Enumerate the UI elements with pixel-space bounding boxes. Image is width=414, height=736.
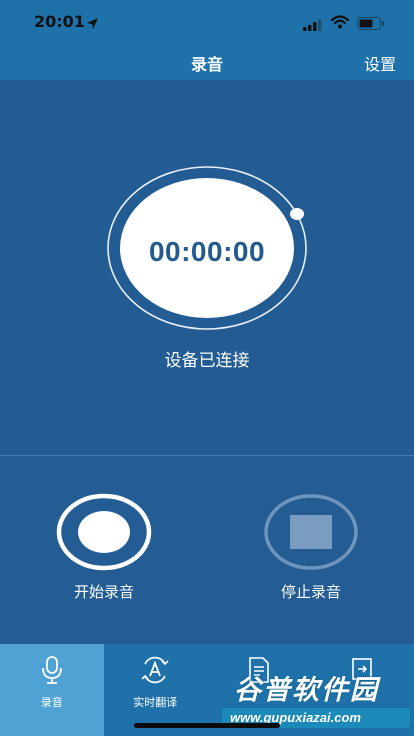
wifi-icon	[330, 14, 350, 33]
nav-bar: 录音 设置	[0, 44, 414, 80]
tab-label: 录音	[40, 696, 63, 709]
tab-label: 实时翻译	[133, 696, 178, 709]
progress-dot-icon	[290, 208, 304, 220]
connection-status: 设备已连接	[164, 351, 250, 371]
stop-icon	[264, 494, 358, 570]
record-icon	[56, 493, 152, 571]
home-indicator	[134, 723, 280, 728]
settings-button[interactable]: 设置	[364, 51, 396, 75]
status-bar: 20:01	[0, 0, 414, 44]
page-title: 录音	[190, 55, 223, 74]
status-time: 20:01	[34, 12, 85, 31]
tab-record[interactable]: 录音	[0, 644, 104, 736]
timer-display: 00:00:00	[148, 236, 266, 267]
battery-icon	[357, 15, 385, 34]
watermark-text: 谷普软件园	[234, 675, 379, 706]
signal-icon	[303, 16, 323, 35]
stop-recording-label: 停止录音	[280, 583, 341, 601]
stop-recording-button[interactable]	[263, 493, 359, 571]
location-arrow-icon	[86, 15, 99, 34]
watermark-logo: 谷普软件园 www.gupuxiazai.com	[222, 668, 412, 730]
start-recording-button[interactable]	[56, 493, 152, 571]
translate-icon	[140, 656, 170, 688]
microphone-icon	[41, 656, 63, 688]
start-recording-label: 开始录音	[73, 583, 134, 601]
